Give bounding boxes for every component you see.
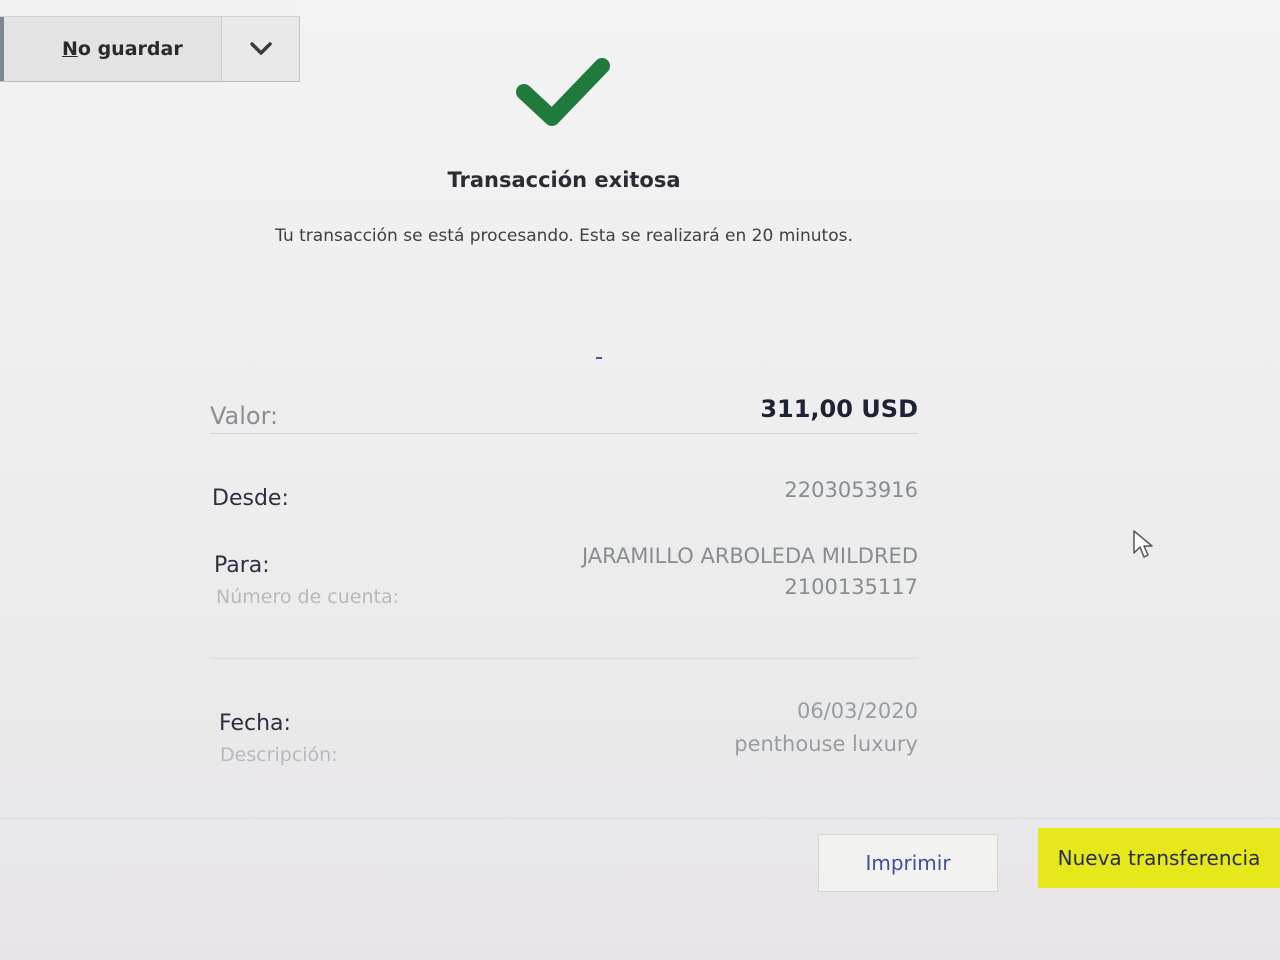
valor-label: Valor: bbox=[210, 402, 279, 430]
descripcion-value: penthouse luxury bbox=[734, 732, 918, 756]
no-save-button[interactable]: No guardar bbox=[0, 17, 222, 81]
para-label: Para: bbox=[214, 553, 270, 578]
fecha-label: Fecha: bbox=[219, 711, 291, 736]
new-transfer-button[interactable]: Nueva transferencia bbox=[1038, 828, 1280, 888]
decorative-mark bbox=[596, 357, 602, 359]
numero-cuenta-value: 2100135117 bbox=[784, 575, 918, 599]
valor-divider bbox=[210, 433, 918, 434]
save-dropdown: No guardar bbox=[0, 0, 300, 82]
processing-message: Tu transacción se está procesando. Esta … bbox=[275, 226, 853, 246]
descripcion-label: Descripción: bbox=[220, 744, 338, 766]
dropdown-top-strip bbox=[0, 0, 300, 17]
desde-label: Desde: bbox=[212, 486, 289, 511]
fecha-value: 06/03/2020 bbox=[796, 699, 918, 723]
no-save-accesskey: N bbox=[62, 38, 78, 60]
page-title: Transacción exitosa bbox=[447, 168, 681, 192]
no-save-label: o guardar bbox=[77, 38, 183, 60]
desde-account: 2203053916 bbox=[784, 478, 918, 502]
valor-amount: 311,00 USD bbox=[760, 395, 918, 423]
check-icon bbox=[516, 58, 610, 126]
chevron-down-icon bbox=[250, 42, 272, 55]
dropdown-toggle-button[interactable] bbox=[223, 17, 299, 81]
footer-divider bbox=[0, 818, 1280, 819]
numero-cuenta-label: Número de cuenta: bbox=[216, 586, 400, 608]
transaction-confirmation-page: No guardar Transacción exitosa Tu transa… bbox=[0, 0, 1280, 960]
print-button[interactable]: Imprimir bbox=[818, 834, 998, 892]
para-name: JARAMILLO ARBOLEDA MILDRED bbox=[581, 544, 918, 568]
para-divider bbox=[210, 658, 918, 659]
mouse-cursor-icon bbox=[1133, 530, 1153, 558]
